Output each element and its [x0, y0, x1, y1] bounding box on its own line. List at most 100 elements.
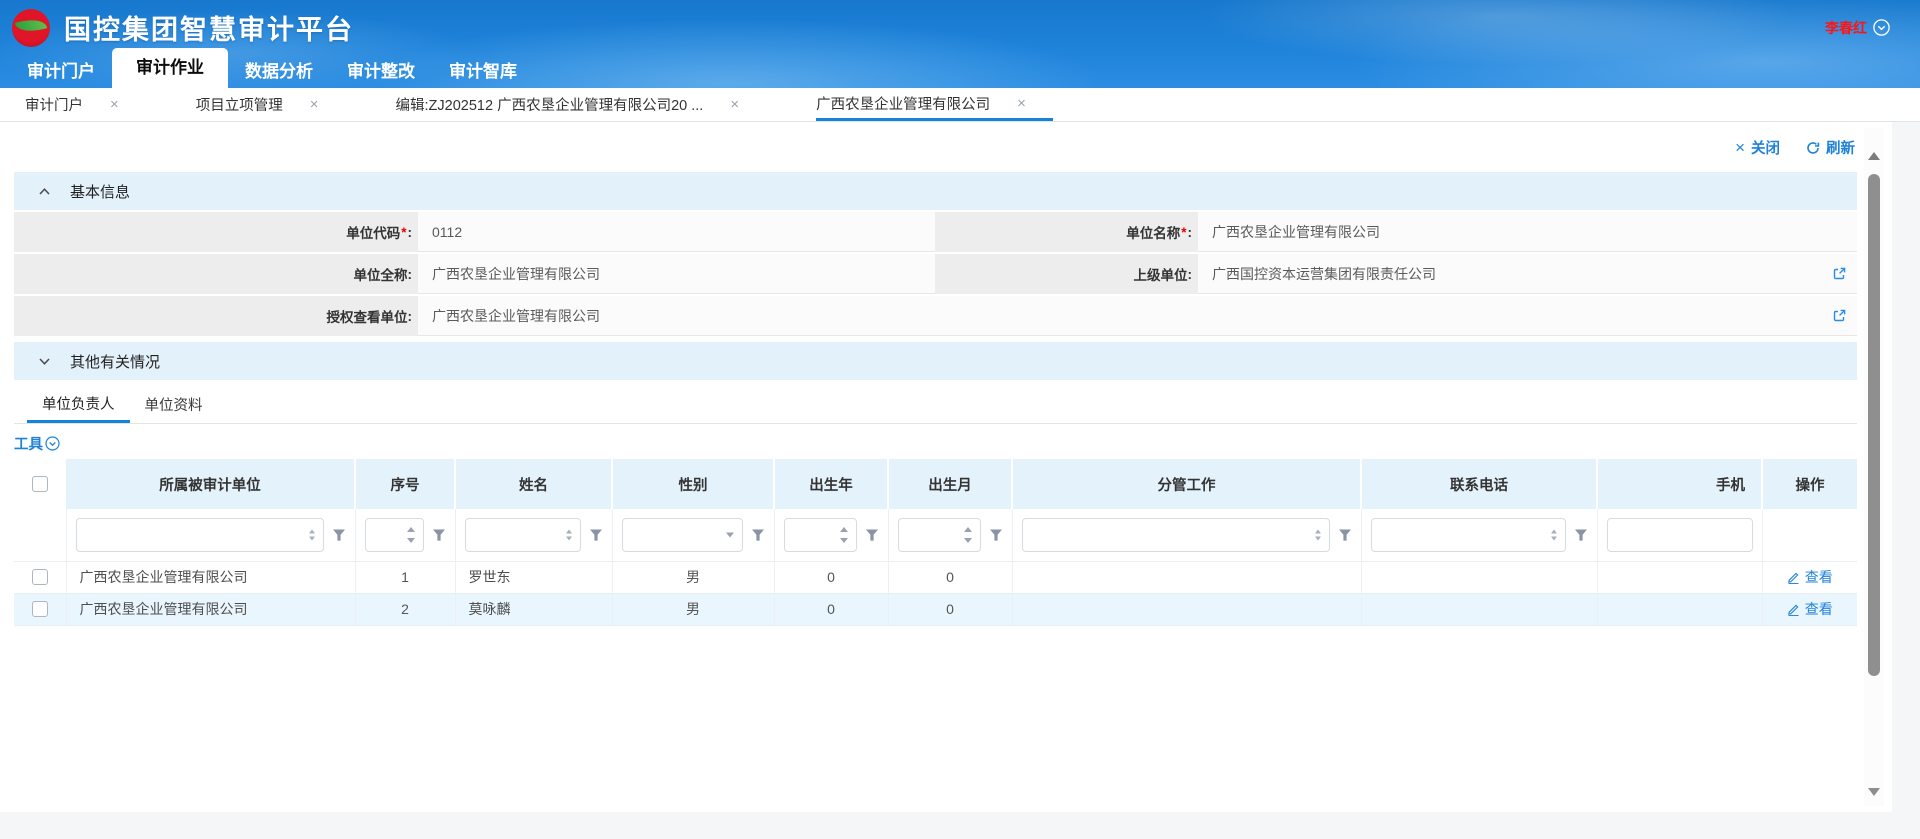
- seq-filter-spinner[interactable]: [365, 518, 424, 552]
- user-chevron-down-icon[interactable]: [1873, 19, 1890, 36]
- select-all-checkbox[interactable]: [32, 476, 48, 492]
- tab-unit-managers[interactable]: 单位负责人: [27, 386, 130, 423]
- refresh-icon: [1806, 141, 1820, 155]
- other-info-section-header[interactable]: 其他有关情况: [14, 342, 1857, 380]
- row-select-cell: [14, 593, 66, 625]
- nav-audit-rectify[interactable]: 审计整改: [330, 55, 432, 88]
- tab-audit-portal[interactable]: 审计门户 ×: [25, 88, 146, 121]
- filter-funnel-icon[interactable]: [751, 528, 765, 542]
- scroll-down-arrow[interactable]: [1868, 788, 1880, 796]
- chevron-down-icon: [38, 356, 51, 367]
- col-unit: 所属被审计单位: [66, 459, 355, 509]
- cell-name: 罗世东: [455, 561, 612, 593]
- duty-filter-input[interactable]: [1022, 518, 1330, 552]
- tools-menu-button[interactable]: 工具: [14, 433, 60, 454]
- parent-unit-field[interactable]: 广西国控资本运营集团有限责任公司: [1198, 254, 1857, 294]
- filter-funnel-icon[interactable]: [589, 528, 603, 542]
- authorized-view-unit-field[interactable]: 广西农垦企业管理有限公司: [418, 296, 1857, 336]
- tab-label[interactable]: 审计门户: [25, 94, 83, 115]
- row-checkbox[interactable]: [32, 569, 48, 585]
- col-tel: 联系电话: [1361, 459, 1597, 509]
- external-link-icon[interactable]: [1832, 266, 1847, 281]
- tab-close-icon[interactable]: ×: [1017, 95, 1026, 112]
- vertical-scrollbar[interactable]: [1864, 128, 1884, 806]
- cell-gender: 男: [612, 561, 774, 593]
- nav-audit-work[interactable]: 审计作业: [112, 48, 228, 88]
- tab-edit-project[interactable]: 编辑:ZJ202512 广西农垦企业管理有限公司20 ... ×: [396, 88, 767, 121]
- filter-funnel-icon[interactable]: [1338, 528, 1352, 542]
- select-all-cell: [14, 459, 66, 509]
- tel-filter-input[interactable]: [1371, 518, 1566, 552]
- main-nav: 审计门户 审计作业 数据分析 审计整改 审计智库: [0, 55, 1920, 88]
- gender-filter-dropdown[interactable]: [622, 518, 743, 552]
- page-actions: × 关闭 刷新: [14, 122, 1857, 166]
- tab-close-icon[interactable]: ×: [730, 96, 739, 113]
- unit-name-field[interactable]: 广西农垦企业管理有限公司: [1198, 212, 1857, 252]
- birth-year-filter-spinner[interactable]: [784, 518, 857, 552]
- view-button[interactable]: 查看: [1787, 599, 1833, 619]
- col-action: 操作: [1762, 459, 1857, 509]
- row-checkbox[interactable]: [32, 601, 48, 617]
- filter-unit-cell: [66, 509, 355, 561]
- section-title: 其他有关情况: [70, 351, 160, 372]
- unit-code-label: 单位代码*:: [14, 212, 418, 252]
- filter-birth-month-cell: [888, 509, 1012, 561]
- nav-audit-portal[interactable]: 审计门户: [10, 55, 112, 88]
- name-filter-input[interactable]: [465, 518, 581, 552]
- filter-funnel-icon[interactable]: [865, 528, 879, 542]
- table-header-row: 所属被审计单位 序号 姓名 性别 出生年 出生月 分管工作 联系电话 手机 操作: [14, 459, 1857, 509]
- authorized-view-unit-label: 授权查看单位:: [14, 296, 418, 336]
- unit-full-name-field[interactable]: 广西农垦企业管理有限公司: [418, 254, 935, 294]
- tab-company-detail[interactable]: 广西农垦企业管理有限公司 ×: [816, 88, 1053, 121]
- filter-funnel-icon[interactable]: [989, 528, 1003, 542]
- tab-close-icon[interactable]: ×: [310, 96, 319, 113]
- unit-full-name-label: 单位全称:: [14, 254, 418, 294]
- tab-project-approval[interactable]: 项目立项管理 ×: [196, 88, 346, 121]
- view-button[interactable]: 查看: [1787, 567, 1833, 587]
- col-name: 姓名: [455, 459, 612, 509]
- filter-row: [14, 509, 1857, 561]
- basic-info-section-header[interactable]: 基本信息: [14, 172, 1857, 210]
- tab-label[interactable]: 项目立项管理: [196, 94, 283, 115]
- cell-mobile: [1597, 593, 1762, 625]
- cell-duty: [1012, 593, 1361, 625]
- cell-seq: 2: [355, 593, 455, 625]
- refresh-page-button[interactable]: 刷新: [1806, 137, 1855, 158]
- unit-code-field[interactable]: 0112: [418, 212, 935, 252]
- table-row: 广西农垦企业管理有限公司 2 莫咏麟 男 0 0 查看: [14, 593, 1857, 625]
- pencil-icon: [1787, 571, 1800, 584]
- filter-duty-cell: [1012, 509, 1361, 561]
- row-select-cell: [14, 561, 66, 593]
- filter-name-cell: [455, 509, 612, 561]
- cell-birth-year: 0: [774, 593, 888, 625]
- cell-birth-year: 0: [774, 561, 888, 593]
- filter-funnel-icon[interactable]: [432, 528, 446, 542]
- cell-unit: 广西农垦企业管理有限公司: [66, 561, 355, 593]
- mobile-filter-input[interactable]: [1607, 518, 1753, 552]
- tab-unit-documents[interactable]: 单位资料: [130, 386, 218, 423]
- user-name[interactable]: 李春红: [1825, 18, 1867, 38]
- col-mobile: 手机: [1597, 459, 1762, 509]
- nav-data-analysis[interactable]: 数据分析: [228, 55, 330, 88]
- close-page-button[interactable]: × 关闭: [1735, 137, 1780, 158]
- birth-month-filter-spinner[interactable]: [898, 518, 981, 552]
- close-icon: ×: [1735, 139, 1745, 156]
- scroll-up-arrow[interactable]: [1868, 152, 1880, 160]
- required-mark: *: [401, 225, 406, 240]
- unit-filter-input[interactable]: [76, 518, 324, 552]
- tab-label[interactable]: 编辑:ZJ202512 广西农垦企业管理有限公司20 ...: [396, 94, 704, 115]
- user-menu[interactable]: 李春红: [1825, 18, 1890, 38]
- cell-action: 查看: [1762, 561, 1857, 593]
- tab-close-icon[interactable]: ×: [110, 96, 119, 113]
- filter-funnel-icon[interactable]: [1574, 528, 1588, 542]
- filter-funnel-icon[interactable]: [332, 528, 346, 542]
- cell-mobile: [1597, 561, 1762, 593]
- other-info-tabs: 单位负责人 单位资料: [14, 386, 1857, 424]
- scrollbar-thumb[interactable]: [1868, 174, 1880, 676]
- nav-audit-knowledge[interactable]: 审计智库: [432, 55, 534, 88]
- table-row: 广西农垦企业管理有限公司 1 罗世东 男 0 0 查看: [14, 561, 1857, 593]
- unit-managers-table: 所属被审计单位 序号 姓名 性别 出生年 出生月 分管工作 联系电话 手机 操作: [14, 459, 1857, 626]
- tab-label[interactable]: 广西农垦企业管理有限公司: [816, 93, 990, 114]
- cell-tel: [1361, 561, 1597, 593]
- external-link-icon[interactable]: [1832, 308, 1847, 323]
